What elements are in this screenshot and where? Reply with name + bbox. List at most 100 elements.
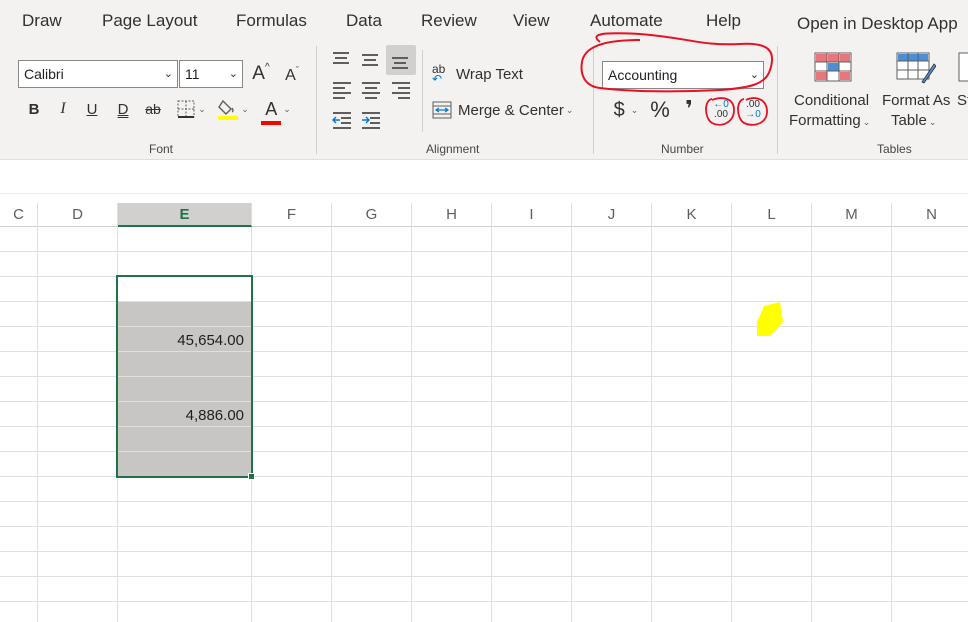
grid-line	[811, 227, 812, 622]
number-format-value: Accounting	[608, 67, 678, 83]
wrap-arrow-glyph: ↶	[432, 72, 443, 86]
merge-center-button[interactable]: Merge & Center ⌄	[432, 98, 573, 122]
tables-group-label: Tables	[877, 142, 912, 156]
grid-line	[571, 227, 572, 622]
column-header-g[interactable]: G	[332, 203, 412, 227]
column-header-c[interactable]: C	[0, 203, 38, 227]
formula-bar-area	[0, 160, 968, 194]
grid-line	[0, 601, 968, 602]
inner-separator	[422, 50, 423, 132]
conditional-formatting-label-2: Formatting ⌄	[789, 112, 871, 129]
group-separator	[593, 46, 594, 154]
grid-line	[491, 227, 492, 622]
grid-line	[891, 227, 892, 622]
double-underline-button[interactable]: D	[113, 98, 133, 120]
arrow-left-icon	[332, 116, 340, 124]
shrink-font-icon: A	[285, 67, 296, 84]
tab-automate[interactable]: Automate	[590, 11, 663, 31]
align-bottom-button[interactable]	[390, 50, 412, 70]
number-group-label: Number	[661, 142, 704, 156]
font-color-letter: A	[265, 98, 278, 119]
align-center-button[interactable]	[360, 80, 382, 100]
column-header-d[interactable]: D	[38, 203, 118, 227]
open-in-desktop-app-button[interactable]: Open in Desktop App	[797, 14, 958, 34]
column-header-n[interactable]: N	[892, 203, 968, 227]
chevron-down-icon: ⌄	[163, 68, 173, 80]
merge-cells-icon	[432, 101, 452, 119]
tab-view[interactable]: View	[513, 11, 550, 31]
alignment-group-label: Alignment	[426, 142, 480, 156]
format-as-table-label-1: Format As	[882, 92, 951, 109]
grid-line	[731, 227, 732, 622]
format-as-table-button[interactable]: Format As Table ⌄	[880, 92, 956, 134]
tab-data[interactable]: Data	[346, 11, 382, 31]
column-header-e[interactable]: E	[118, 203, 252, 227]
merge-center-label: Merge & Center	[458, 101, 564, 119]
italic-button[interactable]: I	[54, 98, 72, 120]
tab-draw[interactable]: Draw	[22, 11, 62, 31]
align-right-button[interactable]	[390, 80, 412, 100]
increase-indent-button[interactable]	[360, 110, 382, 130]
tab-review[interactable]: Review	[421, 11, 477, 31]
cell-e-value-2[interactable]: 4,886.00	[186, 407, 244, 424]
decrease-indent-button[interactable]	[331, 110, 353, 130]
grid-line	[0, 551, 968, 552]
grow-font-button[interactable]: A ^	[249, 62, 273, 86]
grid-line	[0, 526, 968, 527]
caret-up-icon: ^	[264, 61, 270, 73]
chevron-down-icon: ⌄	[928, 117, 937, 127]
column-header-i[interactable]: I	[492, 203, 572, 227]
column-header-f[interactable]: F	[252, 203, 332, 227]
font-color-swatch	[261, 120, 282, 125]
tab-help[interactable]: Help	[706, 11, 741, 31]
font-size-dropdown[interactable]: 11 ⌄	[179, 60, 243, 88]
increase-decimal-button[interactable]: ←0 .00	[708, 98, 734, 122]
caret-down-icon: ˇ	[295, 65, 299, 75]
column-header-j[interactable]: J	[572, 203, 652, 227]
strikethrough-button[interactable]: ab	[141, 98, 165, 120]
column-header-l[interactable]: L	[732, 203, 812, 227]
cell-e-value-1[interactable]: 45,654.00	[177, 332, 244, 349]
conditional-formatting-button[interactable]: Conditional Formatting ⌄	[786, 92, 880, 134]
font-name-value: Calibri	[24, 66, 64, 82]
align-left-button[interactable]	[331, 80, 353, 100]
bold-button[interactable]: B	[25, 98, 43, 120]
font-group-label: Font	[149, 142, 174, 156]
grow-font-icon: A	[252, 63, 265, 84]
group-separator	[316, 46, 317, 154]
fill-color-button[interactable]: ⌄	[213, 96, 253, 122]
grid-line	[37, 227, 38, 622]
comma-style-button[interactable]: ❜	[680, 96, 698, 121]
decrease-decimal-button[interactable]: .00 →0	[740, 98, 766, 122]
format-as-table-label-2: Table ⌄	[891, 112, 937, 129]
grid-line	[0, 576, 968, 577]
align-middle-button[interactable]	[360, 50, 382, 70]
accounting-format-button[interactable]: $ ⌄	[608, 98, 644, 122]
font-size-value: 11	[185, 66, 200, 82]
wrap-text-button[interactable]: ab ↶ Wrap Text	[432, 62, 523, 86]
ribbon-tab-bar: Draw Page Layout Formulas Data Review Vi…	[0, 0, 968, 42]
chevron-down-icon: ⌄	[630, 104, 639, 115]
shrink-font-button[interactable]: Aˇ	[281, 64, 303, 88]
number-format-dropdown[interactable]: Accounting ⌄	[602, 61, 764, 89]
tab-formulas[interactable]: Formulas	[236, 11, 307, 31]
cell-styles-button[interactable]: St	[957, 92, 968, 109]
chevron-down-icon: ⌄	[862, 117, 871, 127]
percent-style-button[interactable]: %	[648, 97, 672, 122]
tab-page-layout[interactable]: Page Layout	[102, 11, 197, 31]
column-header-k[interactable]: K	[652, 203, 732, 227]
chevron-down-icon: ⌄	[228, 68, 238, 80]
fill-handle[interactable]	[248, 473, 255, 480]
column-header-m[interactable]: M	[812, 203, 892, 227]
font-name-dropdown[interactable]: Calibri ⌄	[18, 60, 178, 88]
column-header-h[interactable]: H	[412, 203, 492, 227]
grid-line	[0, 251, 968, 252]
borders-button[interactable]: ⌄	[172, 98, 210, 120]
underline-button[interactable]: U	[83, 98, 101, 120]
font-color-icon: A	[261, 98, 282, 125]
worksheet-grid[interactable]: 45,654.00 4,886.00	[0, 227, 968, 622]
grid-line	[651, 227, 652, 622]
font-color-button[interactable]: A ⌄	[257, 95, 295, 125]
align-top-button[interactable]	[331, 50, 353, 70]
grid-line	[411, 227, 412, 622]
